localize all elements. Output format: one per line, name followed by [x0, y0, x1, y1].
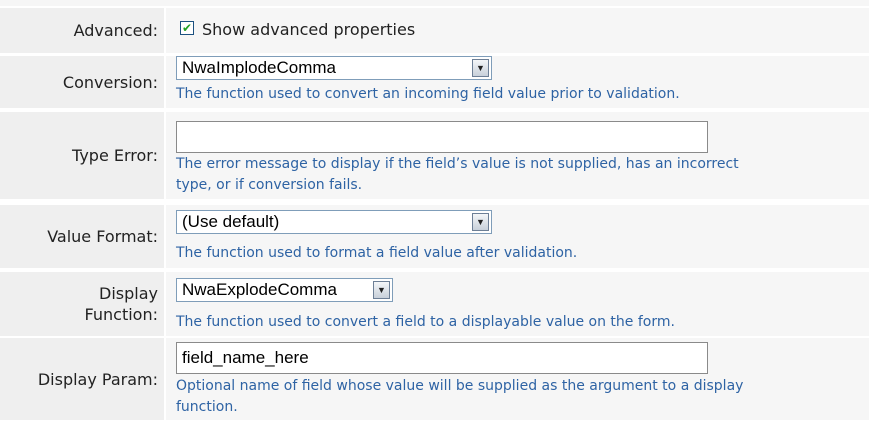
display-param-input[interactable]: field_name_here — [176, 342, 708, 374]
checkmark-icon: ✔ — [181, 21, 193, 35]
display-function-label: Display Function: — [0, 272, 164, 336]
type-error-input[interactable] — [176, 121, 708, 153]
conversion-label: Conversion: — [0, 56, 164, 108]
display-param-label: Display Param: — [0, 338, 164, 420]
type-error-label: Type Error: — [0, 112, 164, 199]
type-error-help-line1: The error message to display if the fiel… — [176, 156, 739, 172]
conversion-select[interactable]: NwaImplodeComma ▼ — [176, 56, 492, 80]
advanced-label: Advanced: — [0, 8, 164, 53]
show-advanced-label[interactable]: Show advanced properties — [202, 19, 415, 40]
type-error-help-line2: type, or if conversion fails. — [176, 177, 363, 193]
display-param-help-line1: Optional name of field whose value will … — [176, 378, 744, 394]
display-param-help-line2: function. — [176, 399, 238, 415]
chevron-down-icon[interactable]: ▼ — [472, 213, 489, 231]
value-format-label: Value Format: — [0, 205, 164, 268]
chevron-down-icon[interactable]: ▼ — [472, 59, 489, 77]
top-divider — [0, 0, 869, 6]
value-format-help: The function used to format a field valu… — [176, 245, 578, 261]
show-advanced-checkbox[interactable]: ✔ — [180, 21, 194, 35]
display-function-select[interactable]: NwaExplodeComma ▼ — [176, 278, 393, 302]
chevron-down-icon[interactable]: ▼ — [373, 281, 390, 299]
value-format-select[interactable]: (Use default) ▼ — [176, 210, 492, 234]
display-function-help: The function used to convert a field to … — [176, 314, 675, 330]
conversion-help: The function used to convert an incoming… — [176, 86, 680, 102]
advanced-row: Advanced: — [0, 8, 869, 58]
